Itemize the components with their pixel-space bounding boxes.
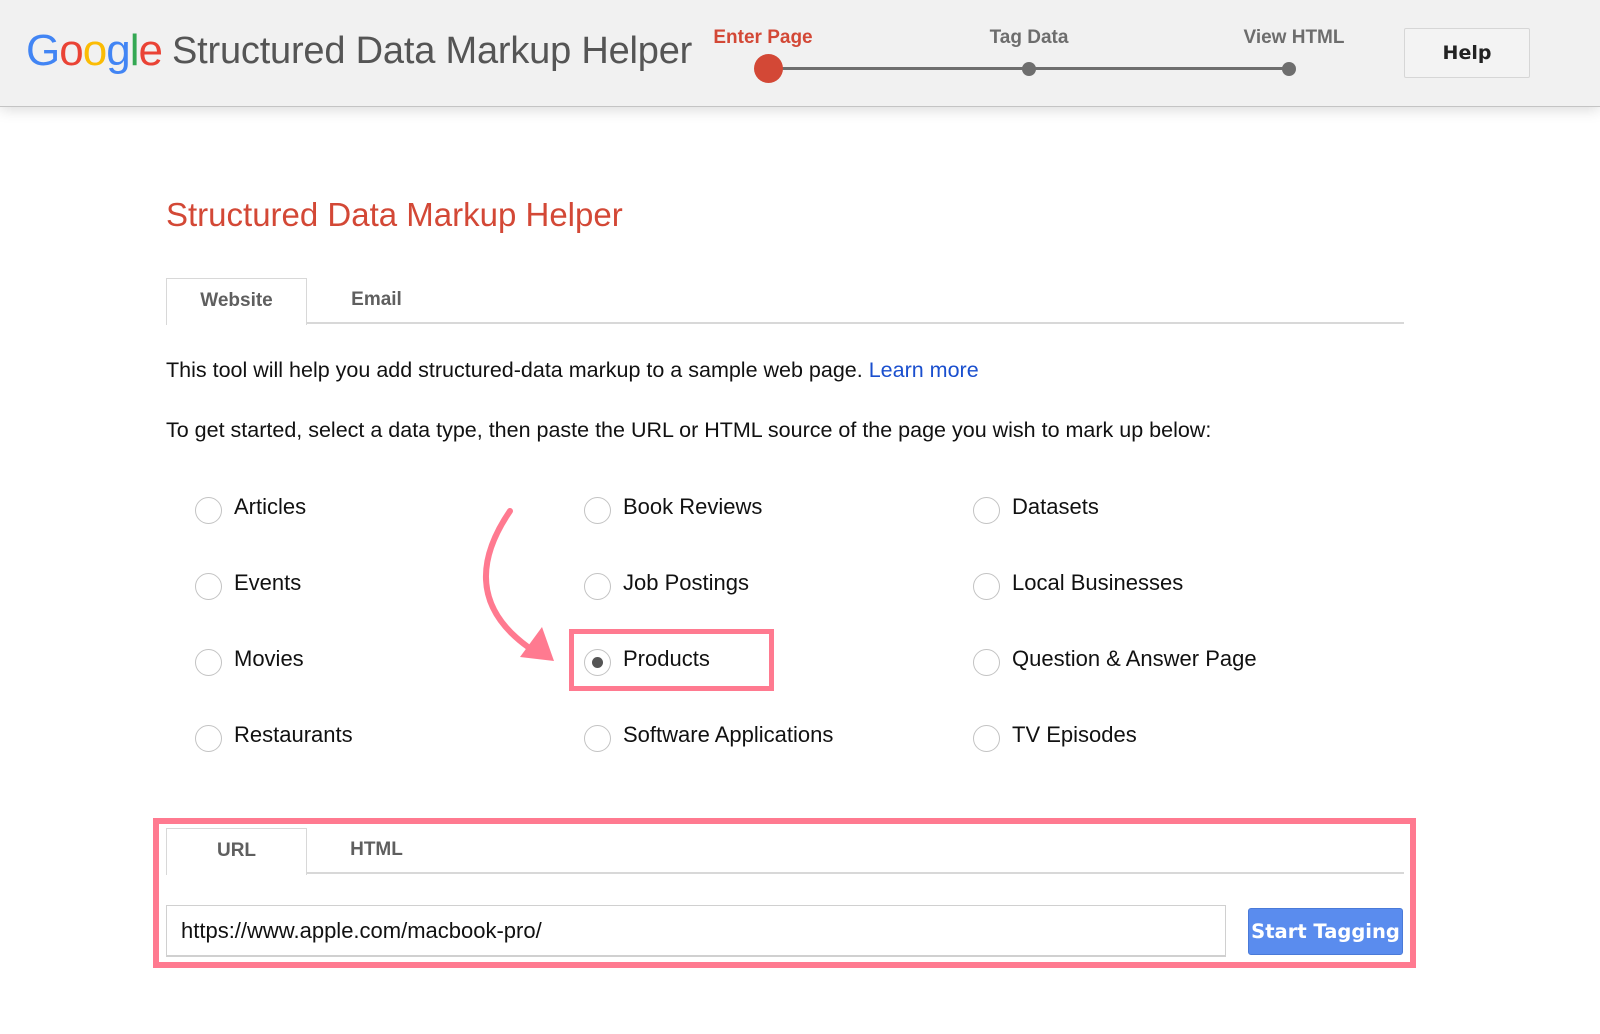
- radio-label: Articles: [234, 494, 307, 519]
- google-logo: Google: [26, 26, 163, 76]
- logo-letter: l: [129, 26, 140, 75]
- help-button[interactable]: Help: [1404, 28, 1530, 78]
- logo-letter: G: [26, 26, 60, 75]
- tab-html[interactable]: HTML: [306, 828, 447, 874]
- logo-letter: g: [106, 26, 131, 75]
- input-mode-tabs: URL HTML: [166, 828, 1404, 875]
- start-tagging-button[interactable]: Start Tagging: [1248, 908, 1403, 955]
- step-view-html-dot: [1282, 62, 1296, 76]
- url-input[interactable]: [166, 905, 1226, 957]
- radio-label: TV Episodes: [1012, 722, 1137, 747]
- radio-button[interactable]: [973, 573, 1000, 600]
- step-enter-page-label: Enter Page: [713, 27, 813, 48]
- app-header: Google Structured Data Markup Helper Ent…: [0, 0, 1600, 107]
- radio-label: Datasets: [1012, 494, 1099, 519]
- logo-letter: o: [59, 26, 84, 75]
- radio-button[interactable]: [973, 649, 1000, 676]
- tab-email[interactable]: Email: [306, 278, 447, 324]
- radio-label: Software Applications: [623, 722, 834, 747]
- annotation-highlight-box: [569, 629, 774, 691]
- radio-button[interactable]: [584, 573, 611, 600]
- radio-label: Question & Answer Page: [1012, 646, 1257, 671]
- instructions-text: To get started, select a data type, then…: [166, 418, 1212, 442]
- radio-label: Local Businesses: [1012, 570, 1184, 595]
- app-title: Structured Data Markup Helper: [172, 30, 693, 72]
- radio-button[interactable]: [973, 497, 1000, 524]
- radio-label: Job Postings: [623, 570, 749, 595]
- radio-label: Events: [234, 570, 302, 595]
- intro-description: This tool will help you add structured-d…: [166, 358, 869, 382]
- step-tag-data-label: Tag Data: [989, 27, 1069, 48]
- radio-label: Book Reviews: [623, 494, 763, 519]
- radio-button[interactable]: [584, 497, 611, 524]
- tab-url[interactable]: URL: [166, 828, 307, 875]
- radio-button[interactable]: [195, 649, 222, 676]
- step-tag-data-dot: [1022, 62, 1036, 76]
- logo-letter: e: [138, 26, 163, 75]
- tab-website[interactable]: Website: [166, 278, 307, 325]
- source-tabs: Website Email: [166, 278, 1404, 325]
- intro-text: This tool will help you add structured-d…: [166, 358, 979, 383]
- page-title: Structured Data Markup Helper: [166, 196, 623, 233]
- annotation-arrow-icon: [483, 508, 554, 661]
- radio-button[interactable]: [584, 725, 611, 752]
- radio-label: Movies: [234, 646, 304, 671]
- radio-button[interactable]: [195, 573, 222, 600]
- radio-button[interactable]: [195, 725, 222, 752]
- logo-letter: o: [82, 26, 108, 75]
- radio-button[interactable]: [973, 725, 1000, 752]
- learn-more-link[interactable]: Learn more: [869, 358, 979, 382]
- progress-stepper: Enter Page Tag Data View HTML: [700, 0, 1380, 107]
- step-enter-page-dot: [754, 54, 783, 83]
- step-view-html-label: View HTML: [1243, 27, 1345, 48]
- radio-button[interactable]: [195, 497, 222, 524]
- radio-label: Restaurants: [234, 722, 353, 747]
